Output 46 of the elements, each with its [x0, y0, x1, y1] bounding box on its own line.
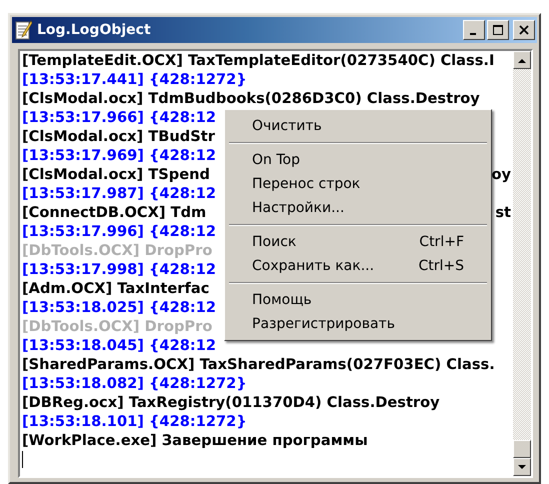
log-line: [13:53:17.966] {428:12: [22, 108, 216, 127]
log-line: [13:53:18.045] {428:12: [22, 336, 216, 355]
menu-item[interactable]: Перенос строк: [228, 172, 488, 196]
scroll-down-button[interactable]: [513, 458, 531, 476]
menu-item[interactable]: Разрегистрировать: [228, 312, 488, 336]
menu-item[interactable]: On Top: [228, 148, 488, 172]
log-line: [ConnectDB.OCX] Tdm: [22, 203, 206, 222]
log-line: [WorkPlace.exe] Завершение программы: [22, 431, 368, 450]
log-line: [DBReg.ocx] TaxRegistry(011370D4) Class.Destroy: [22, 393, 440, 412]
menu-item[interactable]: Поиск Ctrl+F: [228, 230, 488, 254]
minimize-button[interactable]: [463, 20, 485, 40]
log-line: [13:53:18.025] {428:12: [22, 298, 216, 317]
menu-item[interactable]: Помощь: [228, 288, 488, 312]
maximize-button[interactable]: [487, 20, 509, 40]
log-line: [13:53:17.969] {428:12: [22, 146, 216, 165]
log-line: [DbTools.OCX] DropPro: [22, 241, 212, 260]
scrollbar[interactable]: [513, 51, 531, 476]
log-line: [13:53:17.987] {428:12: [22, 184, 216, 203]
log-line: [DbTools.OCX] DropPro: [22, 317, 212, 336]
log-line: [ClsModal.ocx] TBudStr: [22, 127, 215, 146]
log-line: st: [495, 203, 511, 222]
text-cursor: [22, 451, 23, 468]
window-title: Log.LogObject: [37, 22, 152, 38]
menu-item[interactable]: Очистить: [228, 114, 488, 138]
close-button[interactable]: [513, 20, 535, 40]
log-line: [Adm.OCX] TaxInterfac: [22, 279, 210, 298]
close-icon: [519, 25, 529, 35]
log-line: [13:53:18.101] {428:1272}: [22, 412, 247, 431]
log-line: [SharedParams.OCX] TaxSharedParams(027F03EC) Class.: [22, 355, 495, 374]
log-line: oy: [491, 165, 511, 184]
maximize-icon: [493, 25, 503, 35]
log-line: [13:53:17.996] {428:12: [22, 222, 216, 241]
notepad-icon: [15, 20, 33, 40]
log-line: [13:53:17.998] {428:12: [22, 260, 216, 279]
up-arrow-icon: [518, 58, 526, 62]
log-line: [ClsModal.ocx] TdmBudbooks(0286D3C0) Class.Destroy: [22, 89, 480, 108]
down-arrow-icon: [518, 464, 526, 470]
log-line: [13:53:18.082] {428:1272}: [22, 374, 247, 393]
log-line: [ClsModal.ocx] TSpend: [22, 165, 210, 184]
scroll-thumb[interactable]: [513, 440, 531, 458]
minimize-icon: [470, 33, 476, 35]
log-line: [TemplateEdit.OCX] TaxTemplateEditor(0273540C) Class.I: [22, 51, 494, 70]
menu-item[interactable]: Сохранить как... Ctrl+S: [228, 254, 488, 278]
log-line: [13:53:17.441] {428:1272}: [22, 70, 247, 89]
scroll-up-button[interactable]: [513, 51, 531, 69]
menu-item[interactable]: Настройки...: [228, 196, 488, 220]
